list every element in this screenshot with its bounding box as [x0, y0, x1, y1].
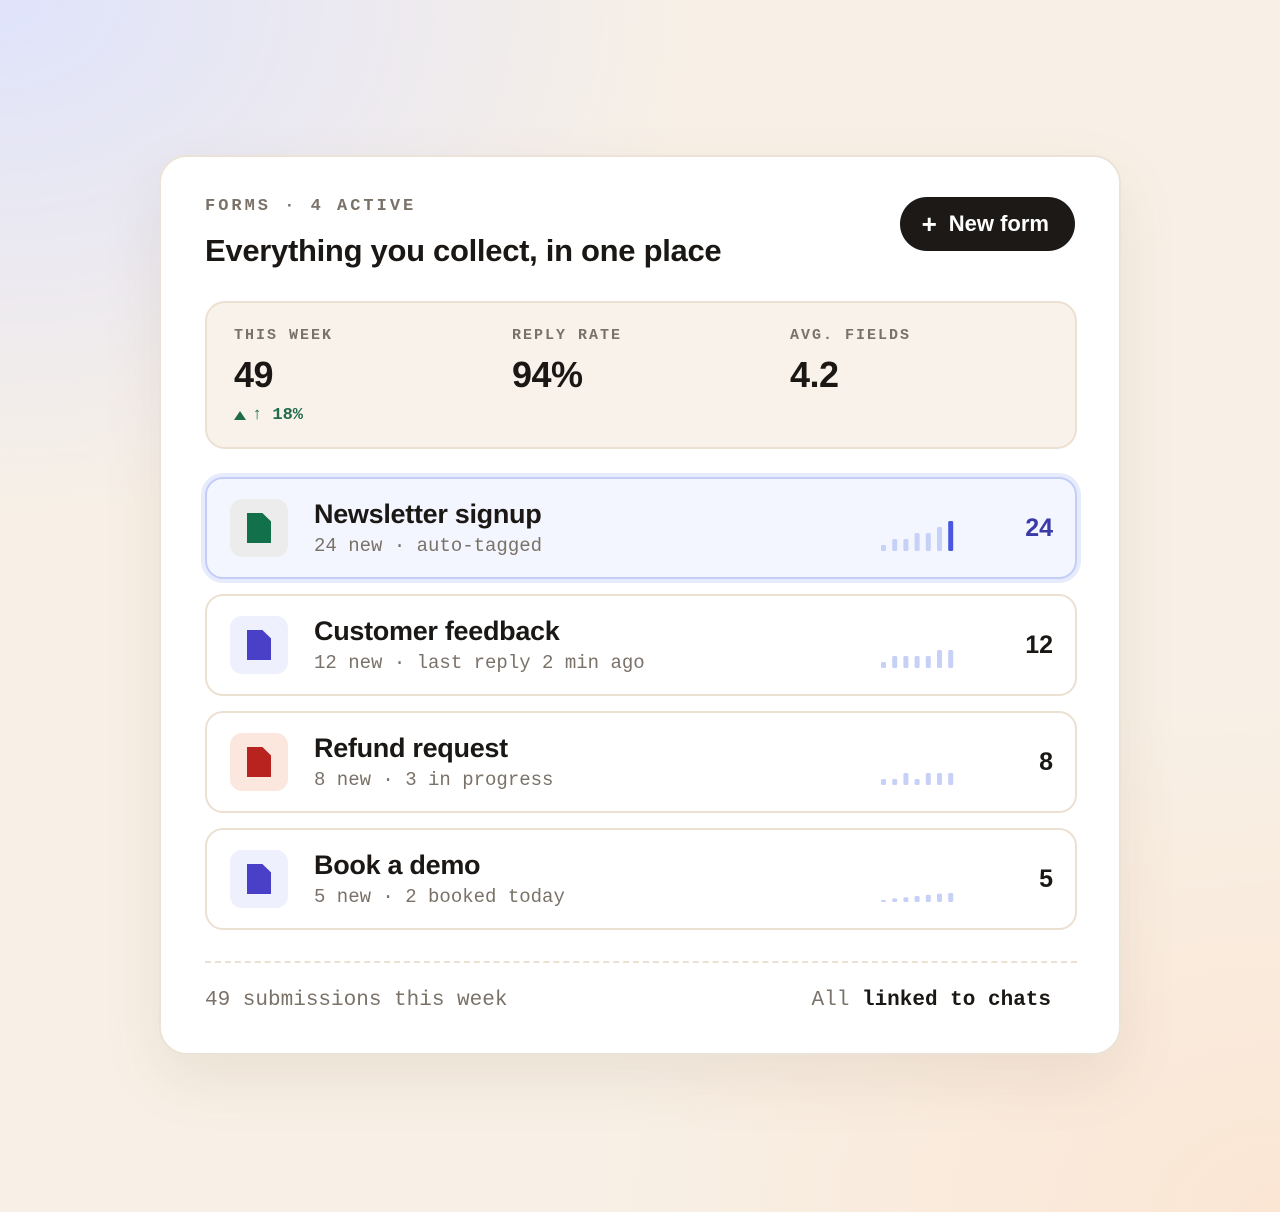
footer-summary: 49 submissions this week [205, 989, 508, 1012]
activity-bar [903, 539, 909, 551]
stat-value: 4.2 [790, 354, 839, 395]
forms-count-eyebrow: FORMS · 4 ACTIVE [205, 197, 417, 216]
document-icon [247, 747, 271, 777]
footer-emphasis: linked to chats [861, 989, 1051, 1012]
form-icon-tile [230, 616, 288, 674]
activity-bar [881, 900, 886, 902]
trend-up-icon [234, 411, 246, 420]
activity-sparkline [881, 521, 954, 551]
stat-reply-rate: REPLY RATE 94% [512, 327, 622, 396]
activity-bar [903, 773, 909, 785]
activity-bar [903, 897, 909, 902]
activity-bar [925, 773, 931, 785]
activity-sparkline [881, 650, 954, 668]
stat-avg-fields: AVG. FIELDS 4.2 [790, 327, 911, 396]
form-row-refund-request[interactable]: Refund request 8 new · 3 in progress 8 [205, 711, 1077, 813]
activity-bar [914, 896, 920, 902]
document-icon [247, 864, 271, 894]
document-icon [247, 630, 271, 660]
activity-sparkline [881, 893, 954, 902]
form-count: 5 [1039, 864, 1053, 893]
form-count: 12 [1025, 630, 1053, 659]
form-subtitle: 8 new · 3 in progress [314, 769, 554, 791]
activity-bar [948, 521, 954, 551]
stat-label: THIS WEEK [234, 327, 334, 344]
activity-bar [892, 656, 898, 668]
form-name: Book a demo [314, 850, 481, 880]
form-row-customer-feedback[interactable]: Customer feedback 12 new · last reply 2 … [205, 594, 1077, 696]
stat-delta-text: ↑ 18% [252, 406, 304, 425]
form-icon-tile [230, 499, 288, 557]
form-subtitle: 24 new · auto-tagged [314, 535, 543, 557]
footer-prefix: All [811, 989, 850, 1012]
activity-sparkline [881, 773, 954, 785]
stat-value: 94% [512, 354, 583, 395]
activity-bar [892, 779, 898, 785]
form-count: 8 [1039, 747, 1053, 776]
activity-bar [892, 898, 898, 902]
stat-label: REPLY RATE [512, 327, 623, 344]
document-icon [247, 513, 271, 543]
activity-bar [948, 650, 954, 668]
footer-divider [205, 961, 1077, 963]
form-row-book-a-demo[interactable]: Book a demo 5 new · 2 booked today 5 [205, 828, 1077, 930]
new-form-button[interactable]: + New form [899, 197, 1075, 251]
form-icon-tile [230, 850, 288, 908]
footer-link-status: All linked to chats [812, 989, 1051, 1012]
stat-this-week: THIS WEEK 49 ↑ 18% [234, 327, 333, 425]
stat-label: AVG. FIELDS [790, 327, 912, 344]
activity-bar [881, 662, 886, 668]
form-subtitle: 12 new · last reply 2 min ago [314, 652, 645, 674]
stat-value: 49 [234, 354, 274, 395]
activity-bar [937, 773, 942, 785]
new-form-button-label: New form [948, 211, 1049, 236]
activity-bar [925, 533, 931, 551]
form-name: Refund request [314, 733, 508, 763]
form-name: Customer feedback [314, 616, 560, 646]
activity-bar [948, 773, 954, 785]
activity-bar [914, 656, 920, 668]
form-name: Newsletter signup [314, 499, 542, 529]
form-icon-tile [230, 733, 288, 791]
activity-bar [914, 533, 920, 551]
plus-icon: + [921, 209, 937, 239]
stat-delta: ↑ 18% [234, 406, 333, 425]
form-count: 24 [1025, 513, 1053, 542]
forms-card: FORMS · 4 ACTIVE Everything you collect,… [159, 155, 1121, 1055]
activity-bar [925, 894, 931, 902]
activity-bar [881, 545, 886, 551]
page-title: Everything you collect, in one place [205, 233, 722, 268]
activity-bar [881, 779, 886, 785]
activity-bar [903, 656, 909, 668]
stats-panel: THIS WEEK 49 ↑ 18% REPLY RATE 94% AVG. F… [205, 301, 1077, 449]
activity-bar [925, 656, 931, 668]
forms-list: Newsletter signup 24 new · auto-tagged 2… [205, 477, 1077, 945]
activity-bar [892, 539, 898, 551]
form-subtitle: 5 new · 2 booked today [314, 886, 565, 908]
form-row-newsletter-signup[interactable]: Newsletter signup 24 new · auto-tagged 2… [205, 477, 1077, 579]
activity-bar [937, 893, 942, 902]
activity-bar [914, 779, 920, 785]
activity-bar [937, 527, 942, 551]
activity-bar [948, 893, 954, 902]
activity-bar [937, 650, 942, 668]
